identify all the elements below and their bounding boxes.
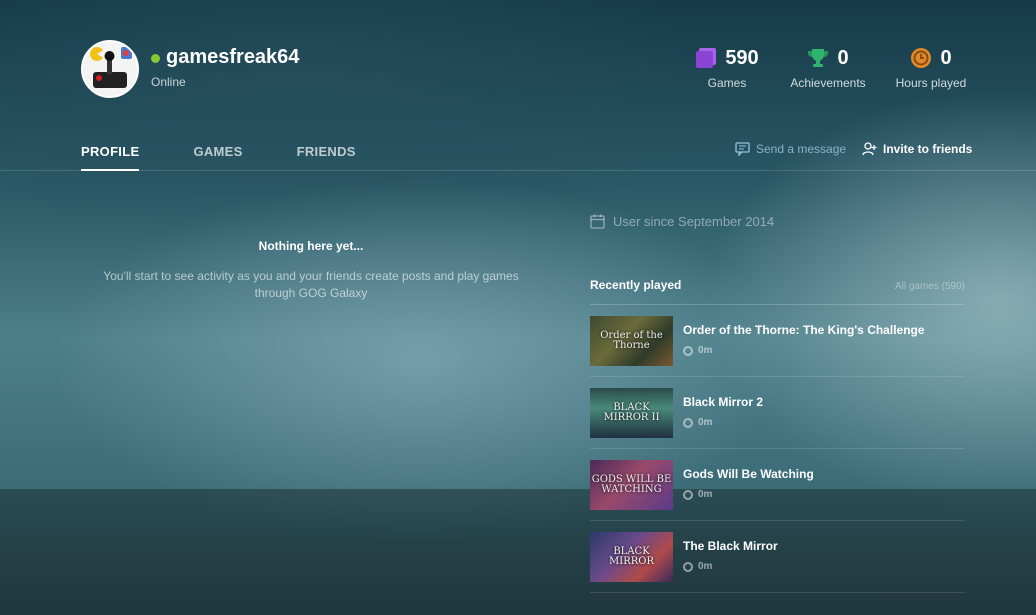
game-playtime: 0m [683,561,712,572]
recent-game-row[interactable]: Order of the Thorne Order of the Thorne:… [590,305,965,377]
game-playtime: 0m [683,417,712,428]
user-since: User since September 2014 [590,214,774,229]
status-text: Online [151,75,186,89]
playtime-clock-icon [683,417,693,428]
game-thumbnail-title: BLACK MIRROR II [603,402,660,423]
stat-achievements[interactable]: 0 Achievements [788,46,868,91]
invite-label: Invite to friends [883,142,973,156]
stat-hours[interactable]: 0 Hours played [895,46,967,91]
empty-activity-description: You'll start to see activity as you and … [103,269,519,300]
game-title[interactable]: The Black Mirror [683,539,778,553]
game-playtime: 0m [683,345,712,356]
username: gamesfreak64 [166,46,300,68]
game-title[interactable]: Gods Will Be Watching [683,467,814,481]
user-since-text: User since September 2014 [613,214,775,229]
avatar[interactable] [81,40,139,98]
add-friend-icon [862,142,877,156]
game-playtime: 0m [683,489,712,500]
game-thumbnail-title: BLACK MIRROR [609,546,654,567]
playtime-clock-icon [683,345,693,356]
games-count: 590 [725,46,759,69]
tab-friends[interactable]: FRIENDS [297,144,356,171]
playtime-value: 0m [698,561,713,572]
tabs-divider [0,170,1036,171]
game-thumbnail-title: Order of the Thorne [600,330,663,351]
profile-tabs: PROFILE GAMES FRIENDS [81,144,410,171]
game-thumbnail[interactable]: BLACK MIRROR [590,532,673,582]
recent-game-row[interactable]: BLACK MIRROR The Black Mirror 0m [590,521,965,593]
games-icon [696,48,717,68]
game-title[interactable]: Order of the Thorne: The King's Challeng… [683,323,925,337]
empty-activity-title: Nothing here yet... [258,239,364,253]
stat-games[interactable]: 590 Games [694,46,760,90]
playtime-clock-icon [683,561,693,572]
calendar-icon [590,214,605,229]
achievements-label: Achievements [790,76,866,90]
tab-profile[interactable]: PROFILE [81,144,140,171]
tab-games[interactable]: GAMES [193,144,242,171]
clock-icon [911,48,932,68]
chat-icon [735,142,750,156]
recently-played-header: Recently played All games (590) [590,278,965,292]
playtime-value: 0m [698,417,713,428]
achievements-count: 0 [837,46,849,69]
game-thumbnail-title: GODS WILL BE WATCHING [591,474,672,495]
recent-game-row[interactable]: GODS WILL BE WATCHING Gods Will Be Watch… [590,449,965,521]
recent-game-row[interactable]: BLACK MIRROR II Black Mirror 2 0m [590,377,965,449]
online-status-icon [151,54,160,63]
hours-label: Hours played [895,76,967,90]
game-thumbnail[interactable]: GODS WILL BE WATCHING [590,460,673,510]
playtime-value: 0m [698,489,713,500]
game-thumbnail[interactable]: BLACK MIRROR II [590,388,673,438]
recently-played-title: Recently played [590,278,682,292]
trophy-icon [808,49,829,67]
game-title[interactable]: Black Mirror 2 [683,395,763,409]
game-thumbnail[interactable]: Order of the Thorne [590,316,673,366]
joystick-avatar-icon [83,42,137,96]
send-message-button[interactable]: Send a message [735,142,846,156]
send-message-label: Send a message [756,142,847,156]
playtime-value: 0m [698,345,713,356]
games-label: Games [707,76,747,90]
username-row: gamesfreak64 [151,46,299,69]
all-games-link[interactable]: All games (590) [895,281,965,292]
hours-count: 0 [940,46,952,69]
playtime-clock-icon [683,489,693,500]
invite-to-friends-button[interactable]: Invite to friends [862,142,972,156]
